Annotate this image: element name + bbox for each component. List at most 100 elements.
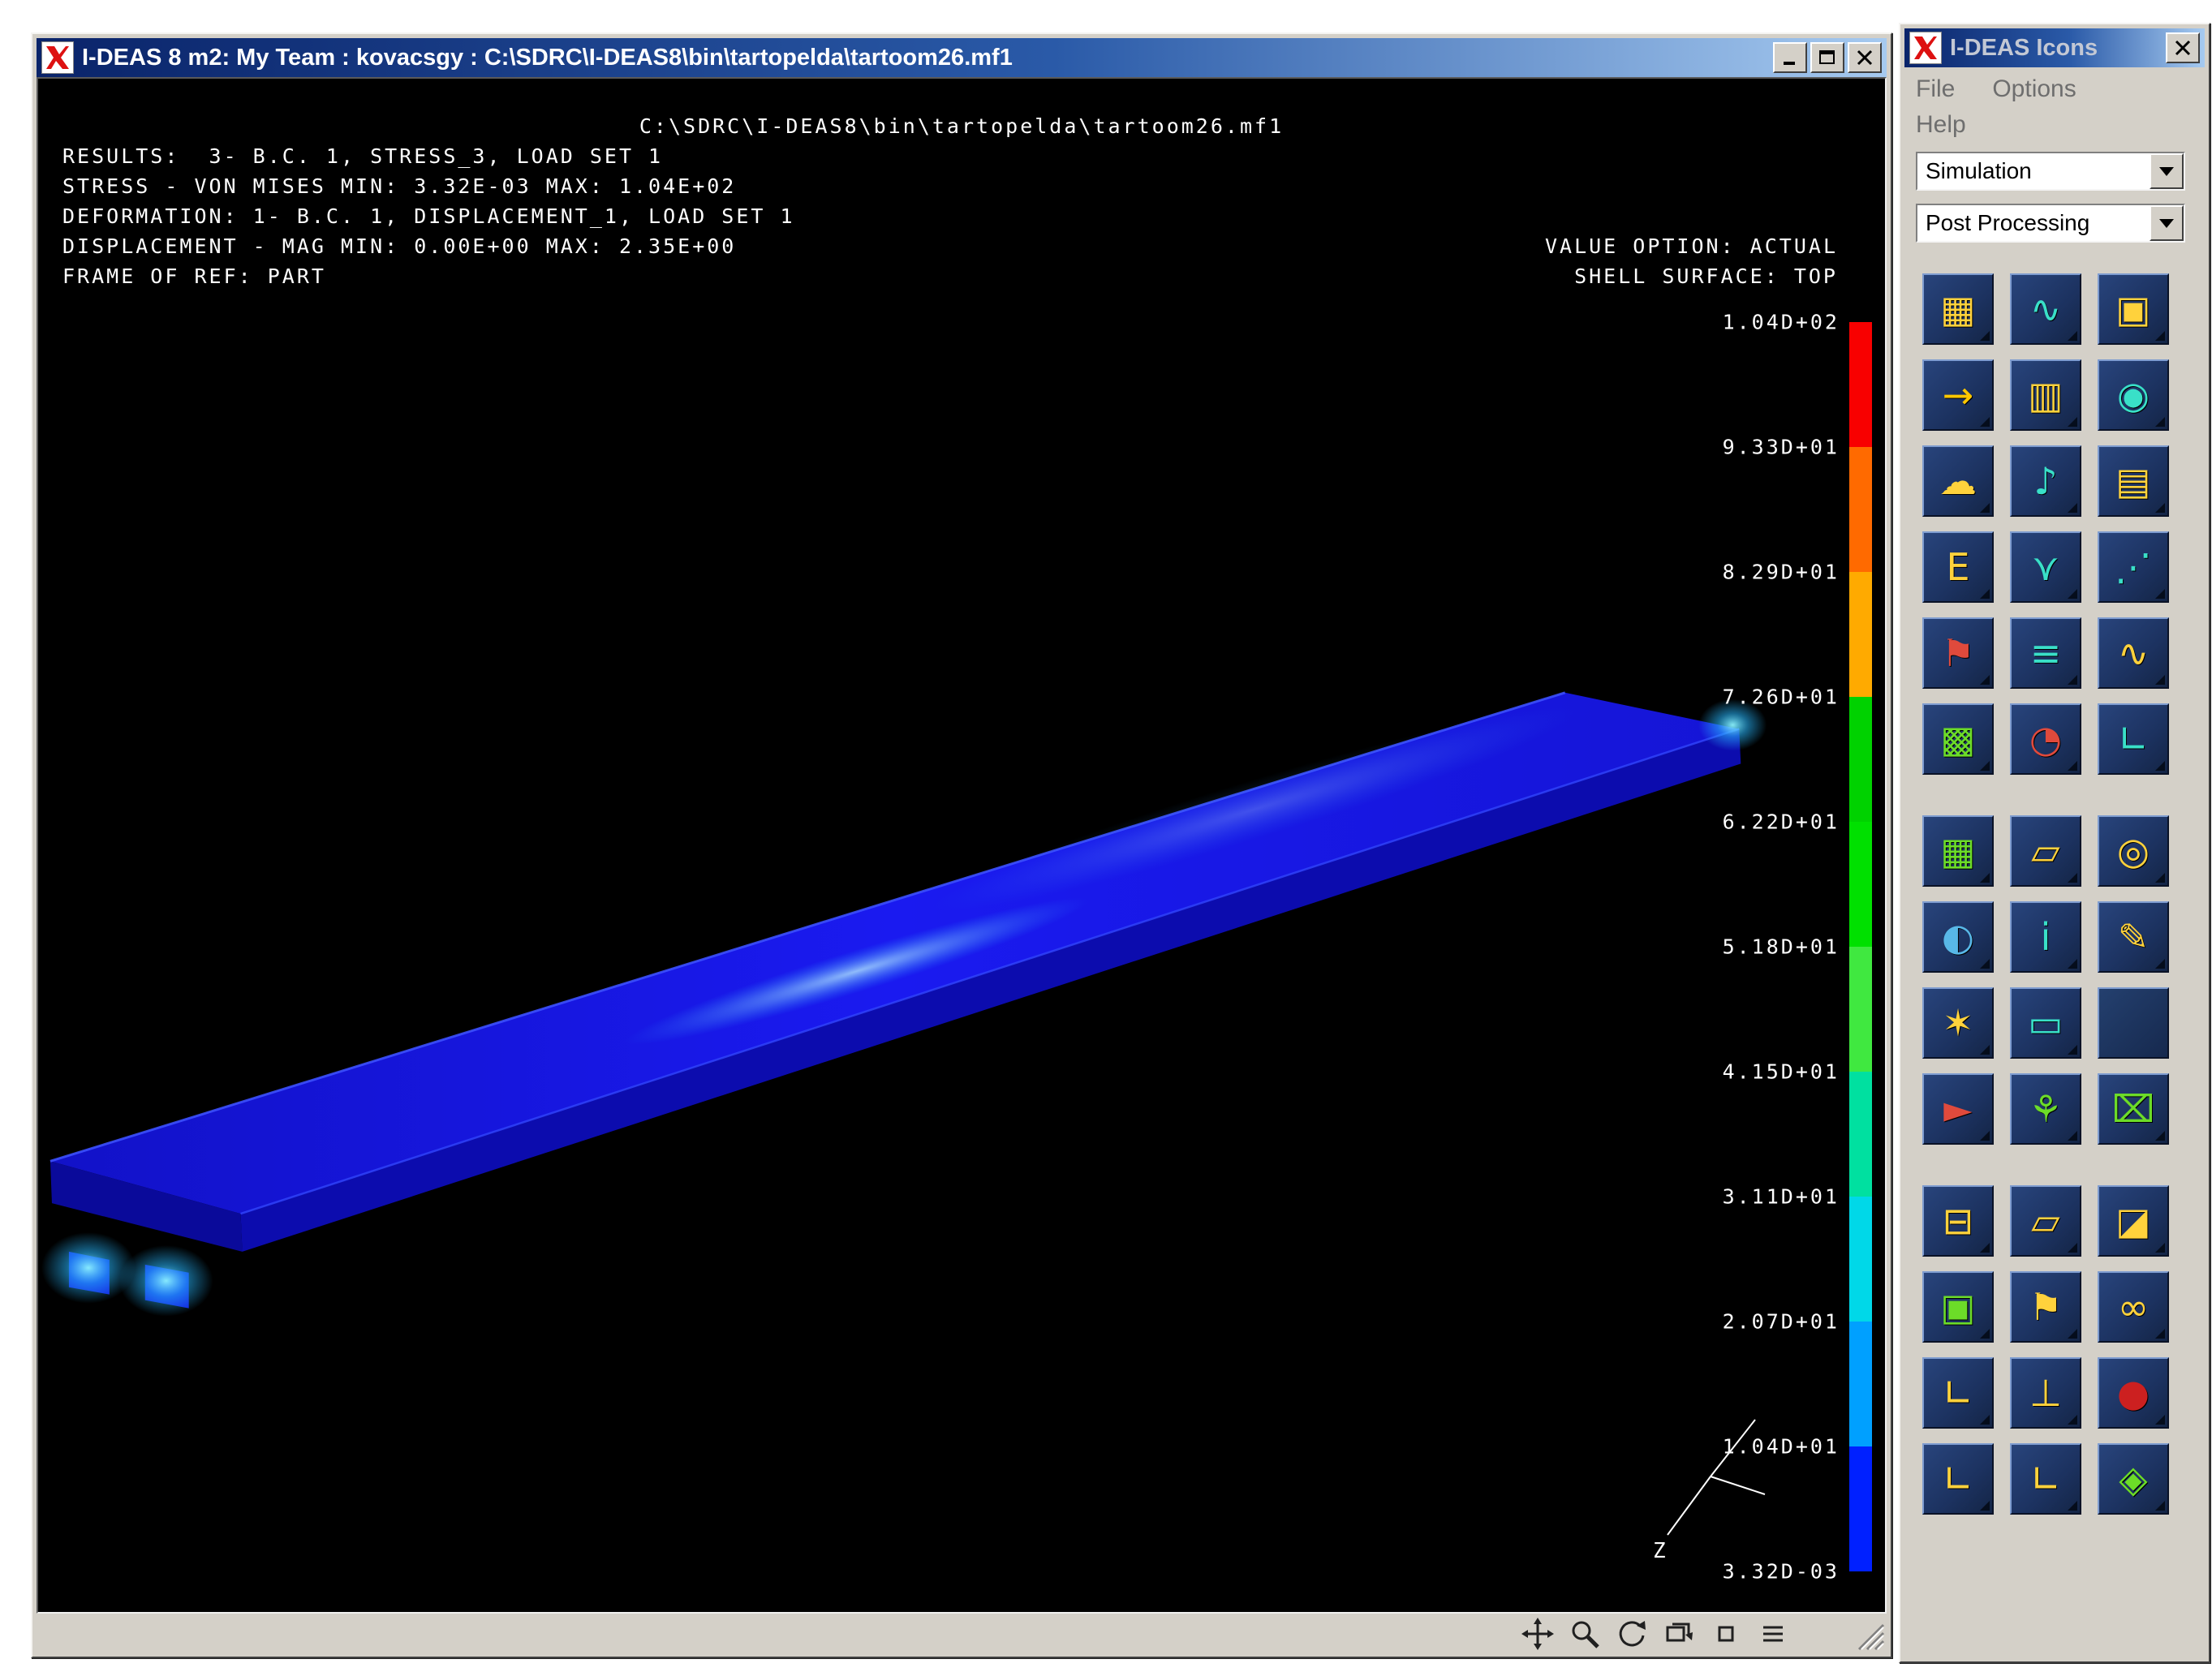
probe-icon: ⚑ [1941, 634, 1974, 672]
post-results-button[interactable]: ▦ [1922, 273, 1994, 345]
close-button[interactable] [1848, 42, 1882, 73]
main-titlebar[interactable]: I-DEAS 8 m2: My Team : kovacsgy : C:\SDR… [37, 38, 1887, 77]
mesh-display-icon: ▦ [1940, 832, 1975, 870]
probe-button[interactable]: ⚑ [1922, 617, 1994, 689]
colorbar-segment [1849, 447, 1872, 572]
animate-results-icon: ∿ [2030, 290, 2062, 328]
manage-button[interactable]: ⚘ [2010, 1073, 2081, 1145]
visualizer-button[interactable]: ◉ [2098, 359, 2169, 431]
ideas-logo-icon [1909, 32, 1942, 64]
graph-results-button[interactable]: ▥ [2010, 359, 2081, 431]
align-view-button[interactable]: ∟ [1922, 1443, 1994, 1515]
measure-button[interactable]: ▭ [2010, 987, 2081, 1059]
colorbar-segment [1849, 572, 1872, 697]
task-select-dropdown-button[interactable] [2150, 205, 2184, 241]
menu-help[interactable]: Help [1916, 111, 1966, 139]
annotate-button[interactable]: ✎ [2098, 901, 2169, 973]
icon-group: ⊟▱◪▣⚑∞∟⊥●∟∟◈ [1922, 1185, 2205, 1515]
view-options-icon: ∞ [2118, 1288, 2149, 1326]
rotate-view-button[interactable]: ∟ [2010, 1443, 2081, 1515]
viewport-flag-button[interactable]: ⚑ [2010, 1271, 2081, 1343]
header-line: DEFORMATION: 1- B.C. 1, DISPLACEMENT_1, … [62, 201, 1861, 231]
redisplay-icon: ⊟ [1943, 1202, 1974, 1240]
header-line: RESULTS: 3- B.C. 1, STRESS_3, LOAD SET 1 [62, 141, 1861, 171]
highlight-button[interactable]: ✶ [1922, 987, 1994, 1059]
rotate-view-icon: ∟ [2030, 1460, 2062, 1498]
rotate-icon[interactable] [1616, 1618, 1648, 1650]
report-button[interactable]: ▤ [2098, 445, 2169, 517]
pan-icon[interactable] [1521, 1618, 1554, 1650]
minimize-button[interactable] [1773, 42, 1807, 73]
colorbar-segment [1849, 1446, 1872, 1571]
close-button[interactable] [2166, 32, 2200, 63]
resize-grip-icon [1851, 1617, 1885, 1651]
colorbar-tick-label: 9.33D+01 [1723, 432, 1840, 462]
modify-display-button[interactable]: ▱ [2010, 815, 2081, 887]
results-axis-button[interactable]: ∟ [2098, 703, 2169, 775]
application-select[interactable]: Simulation [1916, 152, 2185, 191]
color-options-button[interactable]: ◔ [2010, 703, 2081, 775]
mesh-display-button[interactable]: ▦ [1922, 815, 1994, 887]
delete-button[interactable]: ⌧ [2098, 1073, 2169, 1145]
examine-sphere-button[interactable]: ◐ [1922, 901, 1994, 973]
menu-options[interactable]: Options [1992, 75, 2076, 103]
maximize-icon [1818, 49, 1837, 67]
inspect-button[interactable]: ◎ [2098, 815, 2169, 887]
select-region-button[interactable]: ☁ [1922, 445, 1994, 517]
vector-display-button[interactable]: ⋎ [2010, 531, 2081, 603]
highlight-icon: ✶ [1943, 1004, 1974, 1042]
info-button[interactable]: i [2010, 901, 2081, 973]
small-square-icon[interactable] [1710, 1618, 1742, 1650]
shaded-cube-button[interactable]: ◪ [2098, 1185, 2169, 1257]
stop-button[interactable]: ● [2098, 1357, 2169, 1429]
display-options-icon[interactable] [1757, 1618, 1789, 1650]
colorbar-tick-label: 3.11D+01 [1723, 1182, 1840, 1212]
next-results-button[interactable]: → [1922, 359, 1994, 431]
redisplay-button[interactable]: ⊟ [1922, 1185, 1994, 1257]
element-values-button[interactable]: ♪ [2010, 445, 2081, 517]
delete-icon: ⌧ [2111, 1090, 2154, 1128]
graphics-viewport[interactable]: C:\SDRC\I-DEAS8\bin\tartopelda\tartoom26… [37, 77, 1887, 1614]
ideas-logo-icon [41, 41, 74, 74]
minimize-icon [1780, 49, 1800, 67]
animate-results-button[interactable]: ∿ [2010, 273, 2081, 345]
manage-bins-icon: ◈ [2119, 1460, 2147, 1498]
screen-display-button[interactable]: ▣ [1922, 1271, 1994, 1343]
list-results-button[interactable]: ≡ [2010, 617, 2081, 689]
display-template-button[interactable]: ▣ [2098, 273, 2169, 345]
zoom-icon[interactable] [1569, 1618, 1601, 1650]
visualizer-icon: ◉ [2117, 376, 2150, 414]
application-select-dropdown-button[interactable] [2150, 153, 2184, 189]
menu-file[interactable]: File [1916, 75, 1955, 103]
colorbar-tick-label: 1.04D+01 [1723, 1432, 1840, 1462]
manage-bins-button[interactable]: ◈ [2098, 1443, 2169, 1515]
maximize-button[interactable] [1810, 42, 1844, 73]
task-select[interactable]: Post Processing [1916, 204, 2185, 243]
icons-titlebar[interactable]: I-DEAS Icons [1904, 28, 2205, 67]
view-triad-button[interactable]: ⊥ [2010, 1357, 2081, 1429]
wireframe-cube-button[interactable]: ▱ [2010, 1185, 2081, 1257]
element-results-button[interactable]: E [1922, 531, 1994, 603]
color-options-icon: ◔ [2029, 720, 2062, 758]
colorbar-tick-label: 5.18D+01 [1723, 932, 1840, 962]
group-results-button[interactable]: ▩ [1922, 703, 1994, 775]
view-options-button[interactable]: ∞ [2098, 1271, 2169, 1343]
redline-button[interactable]: ► [1922, 1073, 1994, 1145]
curve-display-button[interactable]: ⋰ [2098, 531, 2169, 603]
resize-grip[interactable] [1851, 1617, 1885, 1651]
modify-display-icon: ▱ [2031, 832, 2059, 870]
model-beam[interactable] [38, 79, 1885, 1612]
colorbar-segment [1849, 1322, 1872, 1446]
colorbar-tick-label: 4.15D+01 [1723, 1057, 1840, 1087]
icon-group: ▦ ▱ ◎ ◐ i✎ ✶ ▭►⚘ ⌧ [1922, 815, 2205, 1145]
post-results-icon: ▦ [1940, 290, 1975, 328]
element-values-icon: ♪ [2033, 462, 2057, 500]
examine-sphere-icon: ◐ [1942, 918, 1974, 956]
colorbar-segment [1849, 1197, 1872, 1322]
task-select-value: Post Processing [1917, 210, 2150, 236]
ideas-icons-window: I-DEAS Icons File Options Help Simulatio… [1899, 23, 2210, 1663]
xy-graph-button[interactable]: ∿ [2098, 617, 2169, 689]
colorbar-tick-label: 6.22D+01 [1723, 807, 1840, 837]
view-corner-button[interactable]: ∟ [1922, 1357, 1994, 1429]
reposition-icon[interactable] [1663, 1618, 1695, 1650]
